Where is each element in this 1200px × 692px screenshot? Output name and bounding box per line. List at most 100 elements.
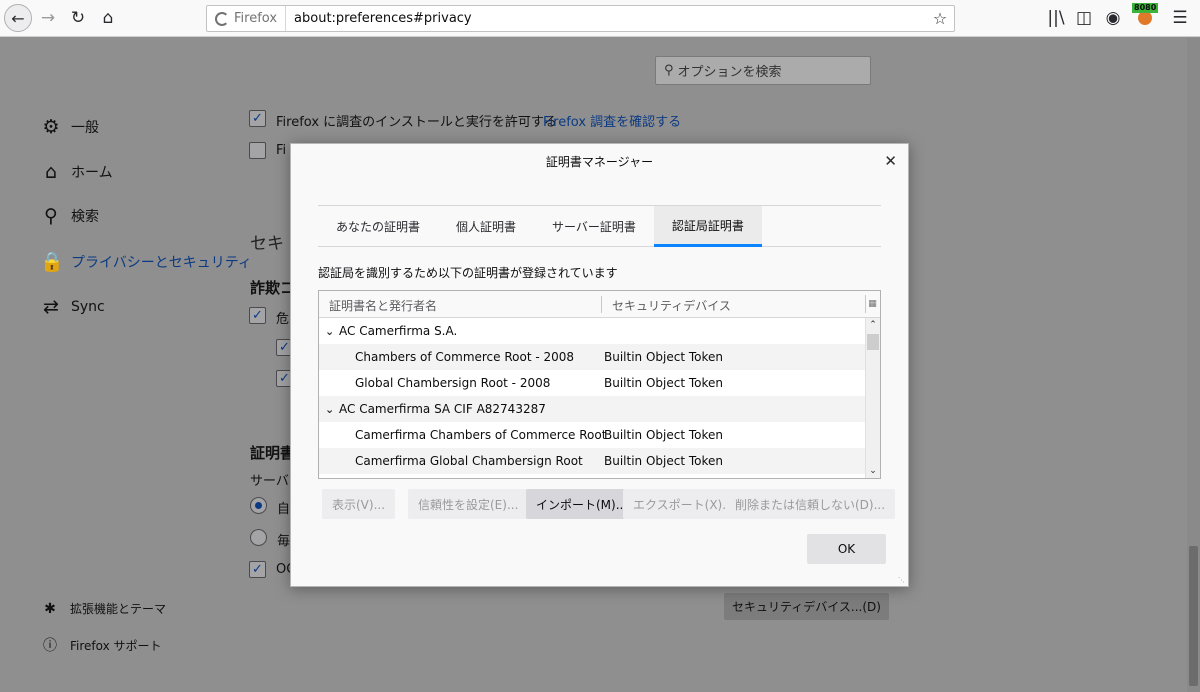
tab-your-certs[interactable]: あなたの証明書 (318, 206, 438, 247)
fraud-heading: 詐欺コ (250, 279, 296, 297)
certificate-manager-dialog: 証明書マネージャー ✕ あなたの証明書 個人証明書 サーバー証明書 認証局証明書… (290, 143, 909, 587)
column-separator[interactable] (601, 296, 602, 313)
sidebar-item-support[interactable]: ⓘ Firefox サポート (42, 635, 162, 655)
partial-label: Fi (276, 143, 287, 158)
resize-grip-icon[interactable]: ⋱ (898, 576, 906, 584)
home-icon[interactable]: ⌂ (94, 5, 122, 31)
tree-row[interactable]: Camerfirma Chambers of Commerce Root Bui… (319, 422, 866, 448)
tree-row-group[interactable]: ⌄ AC Camerfirma S.A. (319, 318, 866, 344)
view-button[interactable]: 表示(V)... (322, 489, 396, 519)
tree-row-group[interactable]: ⌄ AC Camerfirma SA CIF A82743287 (319, 396, 866, 422)
extension-icon (1138, 11, 1152, 25)
tree-row[interactable]: Chambers of Commerce Root - 2008 Builtin… (319, 344, 866, 370)
studies-checkbox[interactable]: ✓ (249, 110, 266, 127)
every-radio[interactable] (250, 529, 267, 546)
certificate-tree[interactable]: 証明書名と発行者名 セキュリティデバイス ▦ ⌄ AC Camerfirma S… (318, 290, 881, 479)
danger-checkbox[interactable]: ✓ (249, 307, 266, 324)
tree-scrollbar[interactable]: ⌃ ⌄ (865, 318, 880, 478)
close-icon[interactable]: ✕ (884, 152, 897, 170)
description-text: 認証局を識別するため以下の証明書が登録されています (318, 266, 618, 280)
reload-icon[interactable]: ↻ (64, 5, 92, 31)
search-icon: ⚲ (44, 205, 58, 227)
lock-icon: 🔒 (40, 251, 64, 273)
help-icon: ⓘ (43, 638, 57, 654)
sidebar-item-privacy[interactable]: 🔒 プライバシーとセキュリティ (40, 250, 252, 273)
identity-box[interactable]: Firefox (207, 6, 287, 31)
account-icon[interactable]: ◉ (1099, 5, 1127, 31)
security-heading: セキ (250, 234, 284, 254)
tree-body: ⌄ AC Camerfirma S.A. Chambers of Commerc… (319, 318, 866, 478)
auto-label: 自 (277, 502, 291, 517)
sidebar-item-label: Firefox サポート (70, 638, 162, 653)
cert-name: Chambers of Commerce Root - 2008 (355, 350, 575, 364)
arrow-left-icon[interactable]: ← (4, 4, 32, 32)
search-icon: ⚲ (664, 63, 674, 78)
identity-label: Firefox (234, 11, 278, 26)
sidebar-item-label: 検索 (71, 209, 99, 225)
ok-button[interactable]: OK (807, 534, 886, 564)
search-placeholder: オプションを検索 (677, 65, 782, 80)
cert-device: Builtin Object Token (604, 376, 724, 390)
dialog-title: 証明書マネージャー (545, 154, 654, 169)
badge-count: 8080 (1132, 3, 1159, 13)
chevron-down-icon[interactable]: ⌄ (325, 325, 334, 338)
tab-authorities[interactable]: 認証局証明書 (653, 206, 762, 247)
tab-people[interactable]: 個人証明書 (438, 206, 534, 247)
cert-device: Builtin Object Token (604, 428, 724, 442)
tree-row[interactable]: Camerfirma Global Chambersign Root Built… (319, 448, 866, 474)
column-header-name[interactable]: 証明書名と発行者名 (329, 297, 437, 314)
url-bar[interactable]: Firefox about:preferences#privacy ☆ (206, 5, 955, 32)
sidebar-item-label: 一般 (71, 120, 99, 136)
sidebar-item-label: プライバシーとセキュリティ (71, 254, 252, 271)
sidebar-icon[interactable]: ◫ (1070, 5, 1098, 31)
column-header-device[interactable]: セキュリティデバイス (612, 297, 731, 314)
cert-name: Camerfirma Chambers of Commerce Root (355, 428, 607, 442)
cert-heading: 証明書 (250, 444, 296, 462)
tree-header: 証明書名と発行者名 セキュリティデバイス ▦ (319, 291, 880, 318)
security-devices-button[interactable]: セキュリティデバイス...(D) (724, 593, 889, 620)
search-input[interactable]: ⚲ オプションを検索 (655, 56, 871, 85)
browser-toolbar: ← → ↻ ⌂ Firefox about:preferences#privac… (0, 0, 1200, 37)
arrow-right-icon[interactable]: → (34, 5, 62, 31)
ocsp-checkbox[interactable]: ✓ (249, 561, 266, 578)
sidebar-item-addons[interactable]: ✱ 拡張機能とテーマ (42, 600, 166, 617)
edit-trust-button[interactable]: 信頼性を設定(E)... (408, 489, 529, 519)
column-picker-icon[interactable]: ▦ (865, 295, 879, 313)
tree-row[interactable]: Global Chambersign Root - 2008 Builtin O… (319, 370, 866, 396)
cert-name: Global Chambersign Root - 2008 (355, 376, 551, 390)
cert-name: Camerfirma Global Chambersign Root (355, 454, 583, 468)
extension-badge-icon[interactable]: 8080 (1132, 3, 1159, 27)
every-label: 毎 (277, 534, 291, 549)
library-icon[interactable]: ||\ (1042, 5, 1070, 31)
page-scrollbar[interactable] (1187, 38, 1200, 692)
studies-label: Firefox に調査のインストールと実行を許可する (276, 115, 557, 130)
unchecked-checkbox[interactable] (249, 142, 266, 159)
hamburger-menu-icon[interactable]: ☰ (1166, 5, 1194, 31)
cert-name: AC Camerfirma SA CIF A82743287 (339, 402, 546, 416)
sidebar-item-home[interactable]: ⌂ ホーム (40, 161, 113, 183)
tab-servers[interactable]: サーバー証明書 (534, 206, 654, 247)
firefox-icon (215, 11, 229, 26)
tab-bar: あなたの証明書 個人証明書 サーバー証明書 認証局証明書 (318, 205, 881, 247)
sidebar-item-label: 拡張機能とテーマ (70, 602, 167, 616)
delete-button[interactable]: 削除または信頼しない(D)... (725, 489, 896, 519)
chevron-up-icon[interactable]: ⌃ (866, 318, 880, 332)
auto-radio[interactable] (250, 497, 267, 514)
import-button[interactable]: インポート(M)... (526, 489, 638, 519)
sidebar-item-label: ホーム (71, 165, 113, 181)
chevron-down-icon[interactable]: ⌄ (866, 464, 880, 478)
sidebar-item-general[interactable]: ⚙ 一般 (40, 116, 99, 138)
url-text[interactable]: about:preferences#privacy (286, 11, 926, 26)
scrollbar-thumb[interactable] (1189, 546, 1198, 686)
star-icon[interactable]: ☆ (926, 9, 954, 28)
sidebar-item-sync[interactable]: ⇄ Sync (40, 296, 105, 318)
chevron-down-icon[interactable]: ⌄ (325, 403, 334, 416)
sidebar-item-label: Sync (71, 299, 105, 315)
sidebar-item-search[interactable]: ⚲ 検索 (40, 205, 99, 227)
cert-device: Builtin Object Token (604, 350, 724, 364)
studies-link[interactable]: Firefox 調査を確認する (543, 111, 681, 130)
scrollbar-thumb[interactable] (867, 334, 879, 350)
cert-name: AC Camerfirma S.A. (339, 324, 458, 338)
cert-device: Builtin Object Token (604, 454, 724, 468)
puzzle-icon: ✱ (44, 600, 56, 617)
